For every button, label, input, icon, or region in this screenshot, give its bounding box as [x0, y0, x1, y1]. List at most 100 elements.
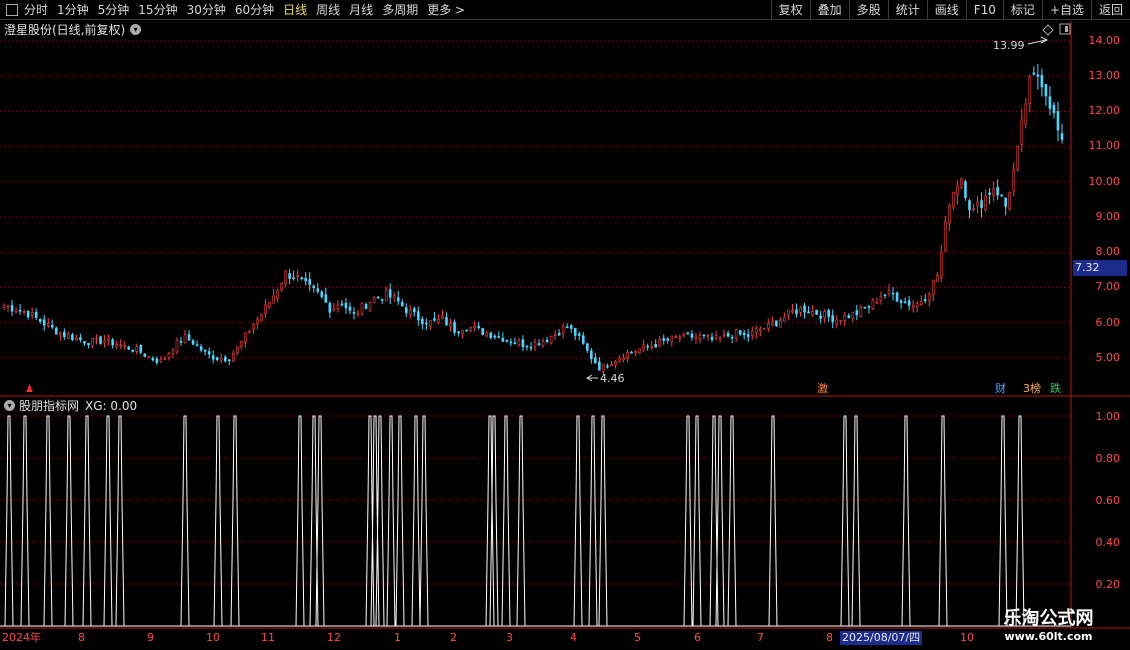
- xg-signal-spike: [998, 415, 1008, 627]
- candle-body: [328, 303, 332, 313]
- candle-body: [123, 344, 126, 347]
- candle-body: [46, 323, 50, 326]
- candle-body: [195, 344, 199, 347]
- candle-body: [851, 311, 855, 319]
- candle-body: [771, 322, 774, 326]
- date-tick: 6: [694, 631, 701, 644]
- candle-body: [1048, 96, 1052, 109]
- xg-signal-spike: [588, 415, 598, 627]
- candle-body: [606, 365, 609, 368]
- candle-body: [642, 344, 645, 351]
- candle-body: [1012, 169, 1016, 192]
- candle-body: [742, 332, 746, 336]
- candle-body: [867, 306, 871, 308]
- candle-body: [746, 334, 750, 338]
- candle-body: [948, 205, 951, 224]
- diamond-icon: [1042, 24, 1054, 36]
- candle-body: [501, 337, 505, 342]
- candle-body: [835, 319, 839, 324]
- candle-body: [879, 296, 883, 302]
- candle-body: [163, 358, 167, 360]
- candle-body: [907, 300, 911, 306]
- candle-body: [964, 181, 967, 198]
- candle-body: [199, 346, 203, 351]
- candle-body: [54, 327, 58, 335]
- candle-body: [662, 338, 666, 341]
- candle-body: [481, 328, 485, 335]
- candle-body: [461, 330, 464, 334]
- candle-body: [151, 357, 155, 361]
- candle-body: [368, 302, 372, 311]
- candle-body: [280, 282, 283, 291]
- candle-body: [10, 305, 14, 312]
- chevron-down-icon[interactable]: ▾: [130, 23, 142, 35]
- candle-body: [674, 336, 678, 338]
- date-tick: 5: [634, 631, 641, 644]
- xg-signal-spike: [115, 415, 125, 627]
- candle-body: [131, 349, 135, 352]
- xg-signal-spike: [386, 415, 396, 627]
- candle-body: [143, 353, 147, 357]
- candle-body: [730, 336, 734, 339]
- price-tick: 10.00: [1088, 175, 1121, 188]
- candle-body: [767, 323, 770, 329]
- event-ji-badge[interactable]: 激: [816, 382, 829, 395]
- candle-body: [590, 350, 593, 359]
- chart-canvas[interactable]: [0, 0, 1130, 650]
- candle-body: [577, 333, 581, 336]
- xg-signal-spike: [230, 415, 240, 627]
- candle-body: [702, 334, 706, 337]
- candle-body: [915, 303, 919, 308]
- xg-signal-spike: [213, 415, 223, 627]
- xg-signal-spike: [501, 415, 511, 627]
- candle-body: [1028, 76, 1032, 104]
- candle-body: [75, 337, 78, 341]
- xg-signal-spike: [851, 415, 861, 627]
- candle-body: [807, 311, 810, 314]
- xg-signal-spike: [20, 415, 30, 627]
- candle-body: [678, 336, 682, 339]
- candle-body: [940, 252, 943, 278]
- candle-body: [1060, 133, 1064, 140]
- candle-body: [827, 310, 830, 317]
- candle-body: [18, 310, 22, 312]
- candle-body: [63, 331, 66, 338]
- candle-body: [1032, 72, 1036, 75]
- candle-body: [980, 200, 983, 209]
- xg-signal-spike: [419, 415, 429, 627]
- candle-body: [738, 330, 742, 335]
- candle-body: [252, 324, 255, 330]
- grid-lines: [0, 40, 1071, 585]
- candle-body: [71, 334, 74, 341]
- xg-signal-spike: [375, 415, 385, 627]
- event-bang-badge[interactable]: 3榜: [1022, 382, 1042, 395]
- candle-body: [409, 310, 412, 315]
- price-tick: 8.00: [1095, 245, 1121, 258]
- candle-body: [119, 344, 122, 347]
- price-tick: 5.00: [1095, 351, 1121, 364]
- candle-body: [388, 289, 392, 298]
- candle-body: [666, 338, 670, 341]
- indicator-tick: 0.80: [1095, 452, 1121, 465]
- candle-body: [493, 335, 497, 338]
- candle-body: [598, 361, 601, 371]
- candle-body: [859, 307, 863, 317]
- pin-icon[interactable]: ♟: [25, 384, 34, 395]
- candle-body: [654, 344, 657, 348]
- candle-body: [775, 320, 778, 327]
- candle-body: [115, 344, 118, 348]
- candle-body: [972, 208, 975, 211]
- candle-body: [811, 311, 814, 316]
- event-cai-badge[interactable]: 财: [994, 382, 1007, 395]
- chevron-down-icon[interactable]: ▾: [4, 400, 15, 411]
- candle-body: [1056, 111, 1060, 131]
- candle-body: [308, 279, 312, 285]
- candle-body: [6, 305, 10, 308]
- candle-body: [525, 345, 529, 348]
- candle-body: [831, 315, 834, 323]
- candle-body: [429, 320, 432, 327]
- date-tick: 9: [147, 631, 154, 644]
- event-die-badge[interactable]: 跌: [1049, 382, 1062, 395]
- candle-body: [50, 324, 54, 328]
- price-tick: 7.00: [1095, 280, 1121, 293]
